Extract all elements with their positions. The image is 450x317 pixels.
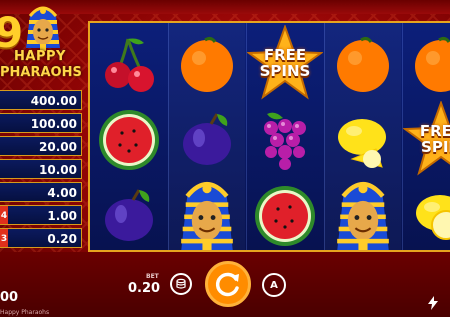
grapes-symbol xyxy=(250,105,320,175)
lemon-symbol xyxy=(406,181,450,250)
lightning-icon[interactable] xyxy=(428,296,438,310)
logo-line2: PHARAOHS xyxy=(0,65,82,80)
paytable-row: 4 1.00 xyxy=(0,205,82,225)
pharaoh-symbol xyxy=(172,175,242,250)
paytable-value: 1.00 xyxy=(47,209,77,223)
paytable-value: 100.00 xyxy=(30,117,77,131)
free-spins-symbol: FREESPIN xyxy=(403,101,450,177)
paytable-row: 3 0.20 xyxy=(0,228,82,248)
watermelon-symbol xyxy=(250,181,320,250)
plum-symbol xyxy=(172,105,242,175)
reel-5: FREESPIN xyxy=(402,23,450,250)
free-spins-line2: SPIN xyxy=(421,138,450,156)
free-spins-line2: SPINS xyxy=(259,62,311,80)
paytable-level: 3 xyxy=(0,229,8,247)
paytable-row: 100.00 xyxy=(0,113,82,133)
spin-button[interactable] xyxy=(205,261,251,307)
paytable-value: 0.20 xyxy=(47,232,77,246)
spin-arrow-icon xyxy=(215,272,239,297)
orange-symbol xyxy=(328,29,398,99)
paytable-level: 4 xyxy=(0,206,8,224)
paytable-row: 10.00 xyxy=(0,159,82,179)
logo-line1: HAPPY xyxy=(14,49,66,64)
orange-symbol xyxy=(406,29,450,99)
paytable-row: 4.00 xyxy=(0,182,82,202)
reel-3: FREE SPINS xyxy=(246,23,323,250)
free-spins-label: FREE SPINS xyxy=(260,47,311,79)
cherry-symbol xyxy=(94,29,164,99)
paytable-value: 10.00 xyxy=(39,163,77,177)
game-logo: 9 HAPPY PHARAOHS xyxy=(0,0,88,92)
bet-coins-button[interactable] xyxy=(170,273,192,295)
plum-symbol xyxy=(94,181,164,250)
bet-value[interactable]: 0.20 xyxy=(128,281,160,296)
lemon-symbol xyxy=(328,105,398,175)
pharaoh-symbol xyxy=(328,175,398,250)
reel-2 xyxy=(168,23,245,250)
game-name-label: Happy Pharaohs xyxy=(0,309,50,316)
free-spins-symbol: FREE SPINS xyxy=(247,25,323,101)
balance-value: 00 xyxy=(0,290,19,305)
paytable-value: 4.00 xyxy=(47,186,77,200)
reel-1 xyxy=(90,23,167,250)
watermelon-symbol xyxy=(94,105,164,175)
paytable-row: 20.00 xyxy=(0,136,82,156)
reel-4 xyxy=(324,23,401,250)
autoplay-button[interactable]: A xyxy=(262,273,286,297)
free-spins-label: FREESPIN xyxy=(420,123,450,155)
paytable-row: 400.00 xyxy=(0,90,82,110)
paytable-value: 400.00 xyxy=(30,94,77,108)
coins-icon xyxy=(176,278,186,289)
reels-area: FREESPINS FREESPIN xyxy=(88,21,450,252)
paytable-value: 20.00 xyxy=(39,140,77,154)
pharaoh-logo-icon xyxy=(26,6,60,51)
orange-symbol xyxy=(172,29,242,99)
paytable: 400.00 100.00 20.00 10.00 4.00 4 1.00 3 0.… xyxy=(0,90,82,251)
bet-label: BET xyxy=(146,273,159,280)
autoplay-label: A xyxy=(270,279,278,291)
